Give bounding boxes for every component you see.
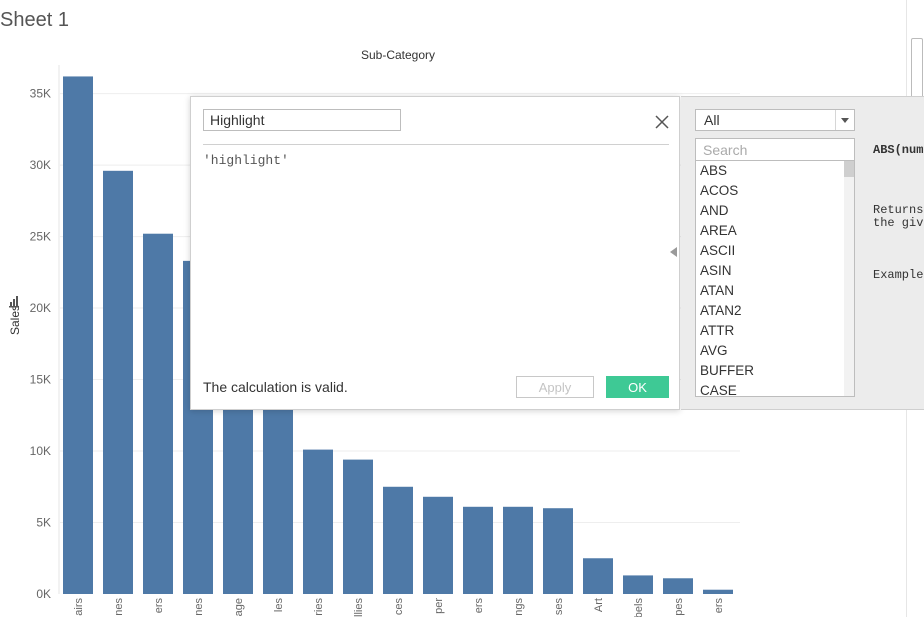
function-item[interactable]: ASIN xyxy=(696,261,854,281)
bar[interactable] xyxy=(703,589,733,594)
function-item[interactable]: ASCII xyxy=(696,241,854,261)
bar[interactable] xyxy=(143,233,173,594)
help-description-line: the giv xyxy=(873,216,924,230)
function-list[interactable]: ABS ACOS AND AREA ASCII ASIN ATAN ATAN2 … xyxy=(695,161,855,397)
chart-title: Sub-Category xyxy=(361,48,435,62)
function-item[interactable]: AVG xyxy=(696,341,854,361)
x-tick-label: ngs xyxy=(513,598,525,616)
function-item[interactable]: AND xyxy=(696,201,854,221)
close-icon xyxy=(655,115,669,129)
function-item[interactable]: ABS xyxy=(696,161,854,181)
x-tick-label: bels xyxy=(633,598,645,617)
category-select-value: All xyxy=(704,112,720,128)
close-button[interactable] xyxy=(651,111,673,133)
function-item[interactable]: ACOS xyxy=(696,181,854,201)
x-tick-label: ces xyxy=(393,598,405,616)
y-tick-label: 10K xyxy=(30,444,51,458)
dropdown-button[interactable] xyxy=(835,110,854,130)
ok-button[interactable]: OK xyxy=(606,376,669,398)
function-item[interactable]: AREA xyxy=(696,221,854,241)
bar[interactable] xyxy=(623,575,653,594)
function-item[interactable]: ATTR xyxy=(696,321,854,341)
bar[interactable] xyxy=(63,76,93,594)
function-category-select[interactable]: All xyxy=(695,109,855,131)
bar[interactable] xyxy=(103,170,133,595)
function-item[interactable]: BUFFER xyxy=(696,361,854,381)
x-tick-label: airs xyxy=(73,598,85,616)
bar[interactable] xyxy=(303,449,333,594)
bar[interactable] xyxy=(583,558,613,594)
bar[interactable] xyxy=(423,496,453,594)
x-tick-label: ers xyxy=(473,598,485,614)
help-title: ABS(num xyxy=(873,143,924,157)
function-item[interactable]: ATAN xyxy=(696,281,854,301)
function-search-input[interactable] xyxy=(695,138,855,161)
x-tick-label: ers xyxy=(153,598,165,614)
x-tick-label: pes xyxy=(673,598,685,616)
chevron-down-icon xyxy=(841,118,849,123)
y-tick-label: 35K xyxy=(30,87,51,101)
bar[interactable] xyxy=(343,459,373,594)
bar[interactable] xyxy=(663,578,693,594)
sort-icon[interactable] xyxy=(9,296,19,308)
x-tick-label: ries xyxy=(313,598,325,616)
calculation-name-input[interactable] xyxy=(203,109,401,131)
help-description: Returns the giv xyxy=(873,204,924,230)
x-tick-label: ers xyxy=(713,598,725,614)
bar[interactable] xyxy=(503,506,533,594)
x-tick-label: age xyxy=(233,598,245,616)
y-tick-label: 15K xyxy=(30,373,51,387)
y-tick-label: 30K xyxy=(30,158,51,172)
function-item[interactable]: CASE xyxy=(696,381,854,396)
x-tick-label: les xyxy=(273,598,285,613)
bar[interactable] xyxy=(463,506,493,594)
dialog-divider xyxy=(203,144,669,145)
formula-editor[interactable]: 'highlight' xyxy=(203,153,669,363)
validation-status: The calculation is valid. xyxy=(203,379,348,395)
y-axis-label: Sales xyxy=(8,305,22,335)
x-tick-label: llies xyxy=(353,598,365,617)
y-tick-label: 5K xyxy=(36,516,51,530)
x-tick-label: nes xyxy=(193,598,205,616)
y-tick-label: 25K xyxy=(30,230,51,244)
function-list-scroll-thumb[interactable] xyxy=(844,161,854,177)
x-tick-label: nes xyxy=(113,598,125,616)
function-list-scrollbar[interactable] xyxy=(844,161,854,396)
calculation-dialog: 'highlight' The calculation is valid. Ap… xyxy=(190,96,680,410)
bar[interactable] xyxy=(383,486,413,594)
x-tick-label: ses xyxy=(553,598,565,616)
bar[interactable] xyxy=(543,508,573,594)
y-tick-label: 20K xyxy=(30,301,51,315)
x-tick-label: Art xyxy=(593,598,605,612)
panel-collapse-icon[interactable] xyxy=(670,247,677,257)
apply-button[interactable]: Apply xyxy=(516,376,594,398)
function-item[interactable]: ATAN2 xyxy=(696,301,854,321)
y-tick-label: 0K xyxy=(36,587,51,601)
help-example: Example xyxy=(873,268,924,282)
help-description-line: Returns xyxy=(873,203,924,217)
x-tick-label: per xyxy=(433,598,445,614)
function-help: ABS(num Returns the giv Example xyxy=(873,118,924,295)
